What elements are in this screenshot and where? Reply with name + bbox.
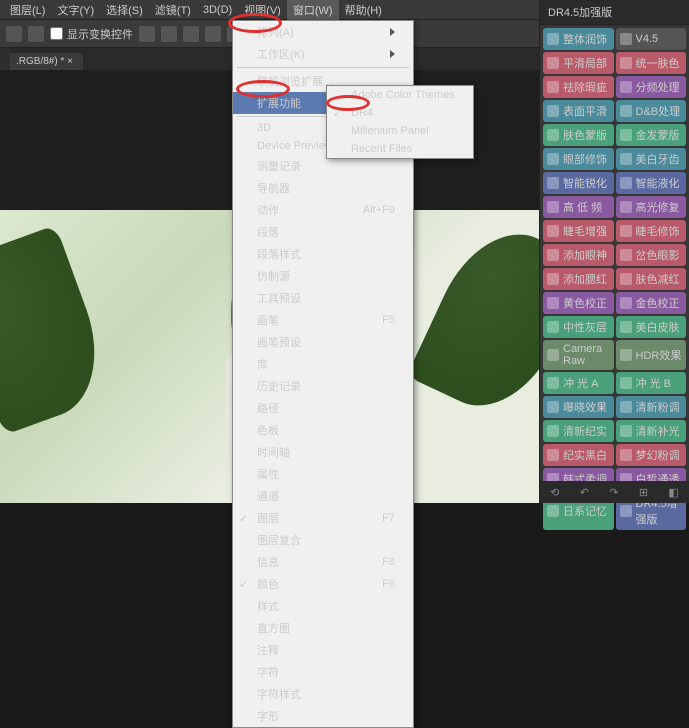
panel-button[interactable]: 清新粉调: [616, 396, 687, 418]
panel-button[interactable]: 智能液化: [616, 172, 687, 194]
panel-button-grid: 整体润饰V4.5平滑局部统一肤色祛除瑕疵分频处理表面平滑D&B处理肤色蒙版金发蒙…: [540, 25, 689, 533]
menu-item[interactable]: 直方图: [233, 617, 413, 639]
menu-图层(L)[interactable]: 图层(L): [4, 0, 51, 20]
menu-item[interactable]: 历史记录: [233, 375, 413, 397]
footer-icon[interactable]: ↷: [609, 486, 618, 499]
menu-item[interactable]: 字符: [233, 661, 413, 683]
panel-button[interactable]: 岔色眼影: [616, 244, 687, 266]
footer-icon[interactable]: ⟲: [550, 486, 559, 499]
photo-leaf: [0, 225, 117, 435]
menu-item[interactable]: 动作Alt+F9: [233, 199, 413, 221]
menu-item[interactable]: 仿制源: [233, 265, 413, 287]
panel-button[interactable]: 分频处理: [616, 76, 687, 98]
extensions-submenu: Adobe Color ThemesDR4Millenium PanelRece…: [326, 85, 474, 159]
tool-icon[interactable]: [28, 26, 44, 42]
menu-item[interactable]: 注释: [233, 639, 413, 661]
menu-选择(S)[interactable]: 选择(S): [100, 0, 149, 20]
submenu-item[interactable]: Adobe Color Themes: [327, 86, 473, 104]
checkbox[interactable]: [50, 27, 63, 40]
dr4-panel: DR4.5加强版 整体润饰V4.5平滑局部统一肤色祛除瑕疵分频处理表面平滑D&B…: [539, 0, 689, 503]
menu-item[interactable]: 字符样式: [233, 683, 413, 705]
panel-button[interactable]: 睫毛增强: [543, 220, 614, 242]
menu-item[interactable]: 属性: [233, 463, 413, 485]
panel-button[interactable]: HDR效果: [616, 340, 687, 370]
panel-button[interactable]: 金发蒙版: [616, 124, 687, 146]
panel-button[interactable]: 统一肤色: [616, 52, 687, 74]
document-tab[interactable]: .RGB/8#) * ×: [6, 53, 83, 70]
menu-item[interactable]: 画笔F5: [233, 309, 413, 331]
panel-button[interactable]: 睫毛修饰: [616, 220, 687, 242]
panel-button[interactable]: 整体润饰: [543, 28, 614, 50]
panel-button[interactable]: 黄色校正: [543, 292, 614, 314]
submenu-item[interactable]: Recent Files: [327, 140, 473, 158]
panel-button[interactable]: D&B处理: [616, 100, 687, 122]
panel-button[interactable]: 智能锐化: [543, 172, 614, 194]
align-icon[interactable]: [205, 26, 221, 42]
menu-item[interactable]: 段落: [233, 221, 413, 243]
menu-帮助(H)[interactable]: 帮助(H): [339, 0, 388, 20]
menu-视图(V)[interactable]: 视图(V): [238, 0, 287, 20]
panel-button[interactable]: 添加腮红: [543, 268, 614, 290]
footer-icon[interactable]: ↶: [580, 486, 589, 499]
align-icon[interactable]: [161, 26, 177, 42]
tool-icon[interactable]: [6, 26, 22, 42]
panel-button[interactable]: 冲 光 A: [543, 372, 614, 394]
footer-icon[interactable]: ⊞: [639, 486, 648, 499]
panel-title: DR4.5加强版: [540, 0, 689, 25]
menu-item[interactable]: 颜色F6: [233, 573, 413, 595]
menu-item[interactable]: 图层复合: [233, 529, 413, 551]
panel-button[interactable]: 中性灰层: [543, 316, 614, 338]
menu-文字(Y)[interactable]: 文字(Y): [51, 0, 100, 20]
menu-item[interactable]: 工具预设: [233, 287, 413, 309]
menu-item[interactable]: 排列(A): [233, 21, 413, 43]
align-icon[interactable]: [183, 26, 199, 42]
menu-item[interactable]: 图层F7: [233, 507, 413, 529]
menu-item[interactable]: 库: [233, 353, 413, 375]
panel-button[interactable]: 金色校正: [616, 292, 687, 314]
menu-item[interactable]: 信息F8: [233, 551, 413, 573]
panel-footer: ⟲ ↶ ↷ ⊞ ◧: [540, 481, 689, 503]
panel-button[interactable]: 美白皮肤: [616, 316, 687, 338]
panel-button[interactable]: 纪实黑白: [543, 444, 614, 466]
align-icon[interactable]: [139, 26, 155, 42]
menu-item[interactable]: 路径: [233, 397, 413, 419]
show-transform-checkbox[interactable]: 显示变换控件: [50, 26, 133, 42]
menu-item[interactable]: 导航器: [233, 177, 413, 199]
panel-button[interactable]: 眼部修饰: [543, 148, 614, 170]
panel-button[interactable]: 曝晓效果: [543, 396, 614, 418]
submenu-item[interactable]: Millenium Panel: [327, 122, 473, 140]
menu-item[interactable]: 段落样式: [233, 243, 413, 265]
menu-item[interactable]: 通道: [233, 485, 413, 507]
menu-item[interactable]: 时间轴: [233, 441, 413, 463]
panel-button[interactable]: 祛除瑕疵: [543, 76, 614, 98]
panel-button[interactable]: 梦幻粉调: [616, 444, 687, 466]
panel-button[interactable]: 肤色减红: [616, 268, 687, 290]
menu-窗口(W)[interactable]: 窗口(W): [287, 0, 339, 20]
menu-滤镜(T)[interactable]: 滤镜(T): [149, 0, 197, 20]
photo-leaf: [407, 213, 539, 427]
panel-button[interactable]: V4.5: [616, 28, 687, 50]
panel-button[interactable]: 美白牙齿: [616, 148, 687, 170]
menu-item[interactable]: 色板: [233, 419, 413, 441]
panel-button[interactable]: 高光修复: [616, 196, 687, 218]
panel-button[interactable]: 肤色蒙版: [543, 124, 614, 146]
panel-button[interactable]: 添加眼神: [543, 244, 614, 266]
menu-3D(D)[interactable]: 3D(D): [197, 2, 238, 18]
menu-item[interactable]: 样式: [233, 595, 413, 617]
menu-item[interactable]: 工作区(K): [233, 43, 413, 65]
panel-button[interactable]: Camera Raw: [543, 340, 614, 370]
panel-button[interactable]: 高 低 频: [543, 196, 614, 218]
menu-item[interactable]: 画笔预设: [233, 331, 413, 353]
panel-button[interactable]: 表面平滑: [543, 100, 614, 122]
panel-button[interactable]: 平滑局部: [543, 52, 614, 74]
checkbox-label: 显示变换控件: [67, 26, 133, 42]
submenu-item[interactable]: DR4: [327, 104, 473, 122]
panel-button[interactable]: 冲 光 B: [616, 372, 687, 394]
menu-item[interactable]: 字形: [233, 705, 413, 727]
footer-icon[interactable]: ◧: [668, 486, 678, 499]
panel-button[interactable]: 清新纪实: [543, 420, 614, 442]
panel-button[interactable]: 清新补光: [616, 420, 687, 442]
